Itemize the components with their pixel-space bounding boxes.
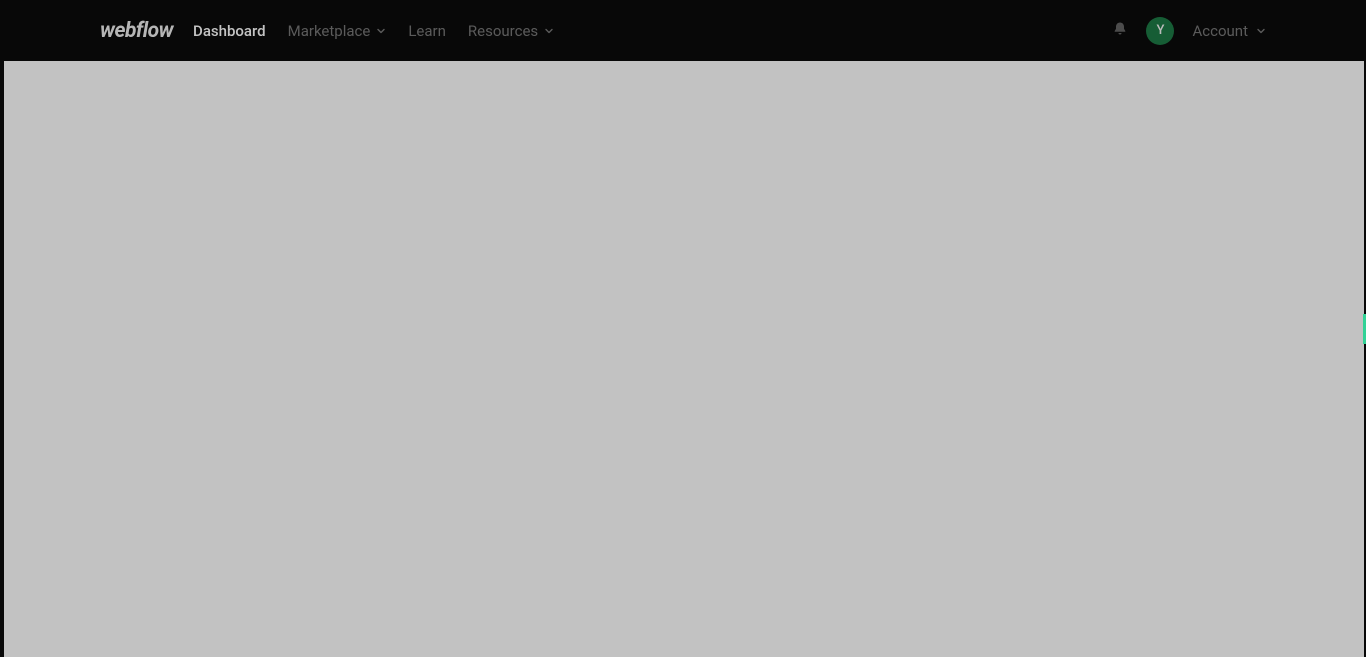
chevron-down-icon (376, 26, 386, 36)
topbar-right: Y Account (1112, 17, 1266, 45)
avatar-initial: Y (1157, 23, 1165, 38)
nav-learn-label: Learn (408, 22, 446, 40)
topbar-left: webflow Dashboard Marketplace Learn Reso… (100, 19, 554, 43)
nav-marketplace[interactable]: Marketplace (288, 22, 387, 40)
main-nav: Dashboard Marketplace Learn Resources (193, 22, 554, 40)
account-label: Account (1192, 22, 1248, 40)
webflow-logo[interactable]: webflow (100, 19, 173, 43)
nav-resources-label: Resources (468, 22, 538, 40)
bell-icon (1112, 21, 1128, 41)
chevron-down-icon (1256, 26, 1266, 36)
avatar[interactable]: Y (1146, 17, 1174, 45)
nav-learn[interactable]: Learn (408, 22, 446, 40)
chevron-down-icon (544, 26, 554, 36)
nav-dashboard-label: Dashboard (193, 22, 266, 40)
nav-marketplace-label: Marketplace (288, 22, 371, 40)
content-area (4, 61, 1364, 657)
account-menu[interactable]: Account (1192, 22, 1266, 40)
nav-dashboard[interactable]: Dashboard (193, 22, 266, 40)
notifications-button[interactable] (1112, 21, 1128, 41)
top-navbar: webflow Dashboard Marketplace Learn Reso… (0, 0, 1366, 61)
nav-resources[interactable]: Resources (468, 22, 554, 40)
